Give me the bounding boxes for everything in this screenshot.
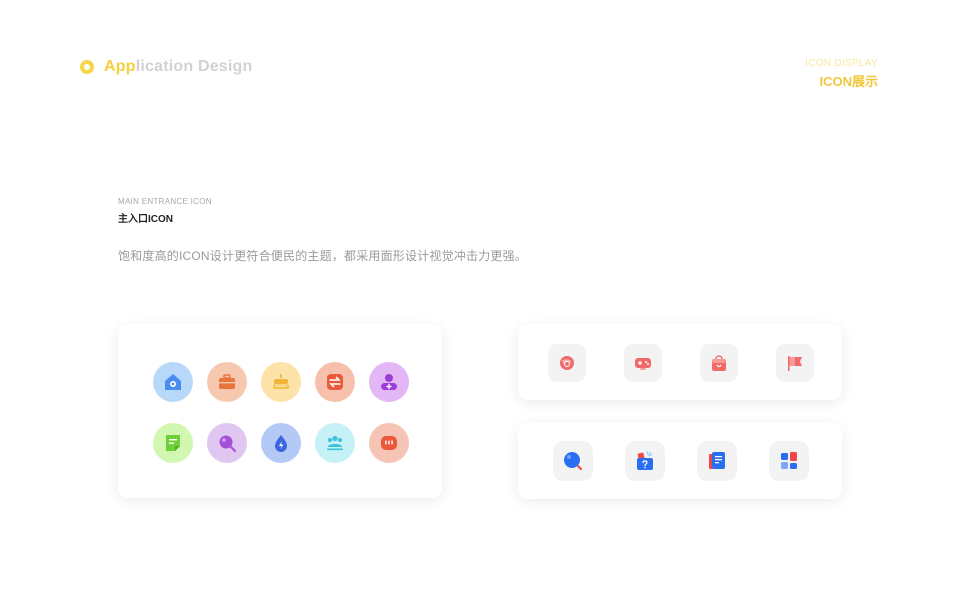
corner-title-en: ICON DISPLAY (805, 58, 878, 69)
apps-icon[interactable] (769, 441, 809, 481)
cake-icon[interactable] (261, 362, 301, 402)
corner-title-cn: ICON展示 (819, 74, 878, 89)
home-icon[interactable] (153, 362, 193, 402)
exchange-icon[interactable] (315, 362, 355, 402)
section-label-cn: 主入口ICON (118, 214, 173, 225)
square-icon-card-top (518, 324, 842, 400)
search-icon[interactable] (207, 423, 247, 463)
briefcase-icon[interactable] (207, 362, 247, 402)
square-icon-row-bottom (553, 441, 809, 481)
brand: Application Design (80, 58, 253, 76)
chat-icon[interactable] (369, 423, 409, 463)
help-box-icon[interactable] (625, 441, 665, 481)
candy-icon[interactable] (548, 344, 586, 382)
shopping-bag-icon[interactable] (700, 344, 738, 382)
section-description: 饱和度高的ICON设计更符合便民的主题，都采用面形设计视觉冲击力更强。 (118, 249, 528, 263)
water-drop-icon[interactable] (261, 423, 301, 463)
square-icon-row-top (548, 344, 814, 382)
balloon-search-icon[interactable] (553, 441, 593, 481)
brand-title: Application Design (104, 58, 253, 75)
gamepad-icon[interactable] (624, 344, 662, 382)
brand-dot-icon (80, 60, 94, 74)
section-label-en: MAIN ENTRANCE ICON (118, 197, 212, 206)
group-icon[interactable] (315, 423, 355, 463)
round-icon-grid (153, 362, 409, 463)
book-icon[interactable] (697, 441, 737, 481)
note-icon[interactable] (153, 423, 193, 463)
add-user-icon[interactable] (369, 362, 409, 402)
round-icon-card (118, 324, 442, 498)
flag-icon[interactable] (776, 344, 814, 382)
corner-title: ICON DISPLAY ICON展示 (805, 58, 878, 90)
square-icon-card-bottom (518, 423, 842, 499)
